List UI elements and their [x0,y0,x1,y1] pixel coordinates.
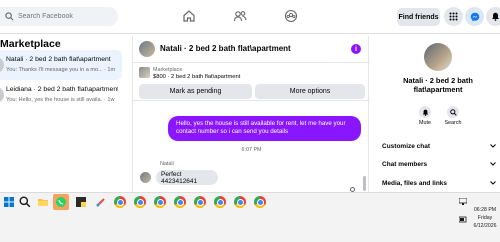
chat-title[interactable]: Natali · 2 bed 2 bath flat\apartment [160,44,291,53]
avatar [140,172,151,183]
top-navigation-bar: Find friends [0,0,500,34]
chrome-icon[interactable] [154,196,166,208]
messenger-icon [470,12,479,21]
chevron-down-icon [490,181,496,185]
friends-icon[interactable] [233,9,247,23]
conversation-name: Leidiana · 2 bed 2 bath flat\apartment [6,86,118,93]
conversation-info-panel: Natali · 2 bed 2 bath flat\apartment Mut… [373,36,500,192]
chrome-icon[interactable] [234,196,246,208]
grid-menu-icon [449,12,458,21]
chrome-icon[interactable] [194,196,206,208]
find-friends-button[interactable]: Find friends [397,8,440,26]
chrome-icon[interactable] [134,196,146,208]
search-label: Search [444,120,462,126]
taskbar-date[interactable]: 6/12/2026 [470,223,500,229]
paint-icon[interactable] [95,196,107,208]
avatar [0,87,4,103]
search-icon [449,108,457,116]
chrome-icon[interactable] [114,196,126,208]
battery-icon[interactable] [459,216,467,223]
whatsapp-button[interactable] [53,194,69,210]
avatar[interactable] [424,43,452,71]
taskbar-day[interactable]: Friday [470,215,500,221]
home-icon[interactable] [182,9,196,23]
media-files-links-row[interactable]: Media, files and links [382,176,496,190]
listing-price[interactable]: $800 · 2 bed 2 bath flat\apartment [153,74,240,80]
search-icon [5,12,14,21]
chat-header: Natali · 2 bed 2 bath flat\apartment i [133,36,370,62]
sidebar-title: Marketplace [0,38,61,50]
conversation-time: · 1m [104,67,116,73]
info-icon[interactable]: i [351,44,361,54]
incoming-message: Perfect 4423412641 [156,170,218,185]
marketplace-sidebar: Marketplace Natali · 2 bed 2 bath flat\a… [0,34,126,192]
chrome-icon[interactable] [214,196,226,208]
messenger-button[interactable] [465,7,484,26]
chevron-down-icon [490,162,496,166]
section-label: Customize chat [382,142,431,150]
search-conversation-button[interactable]: Search [442,106,464,126]
windows-taskbar: 06:28 PM Friday 6/12/2026 [0,192,500,242]
info-name: Natali · 2 bed 2 bath flat\apartment [403,76,473,94]
message-sender: Natali [160,161,174,167]
search-box[interactable] [0,7,118,26]
mute-button[interactable]: Mute [414,106,436,126]
more-options-button[interactable]: More options [255,84,365,99]
avatar[interactable] [139,41,155,57]
search-input[interactable] [18,13,113,20]
chat-members-row[interactable]: Chat members [382,157,496,171]
listing-card: Marketplace $800 · 2 bed 2 bath flat\apa… [133,62,370,101]
sticky-notes-icon[interactable] [75,196,87,208]
notifications-icon [492,12,499,21]
chrome-icon[interactable] [254,196,266,208]
groups-icon[interactable] [284,9,298,23]
search-icon[interactable] [19,196,31,208]
conversation-name: Natali · 2 bed 2 bath flat\apartment [6,56,111,63]
avatar [0,57,4,73]
conversation-time: · 1w [104,97,115,103]
message-timestamp: 6:07 PM [241,147,262,153]
conversation-item[interactable]: Leidiana · 2 bed 2 bath flat\apartment Y… [0,80,122,110]
listing-label: Marketplace [153,67,183,73]
notifications-button[interactable] [486,7,500,26]
scrollbar[interactable] [363,176,366,191]
bell-icon [422,109,428,116]
file-explorer-icon[interactable] [37,196,49,208]
taskbar-time[interactable]: 06:28 PM [470,207,500,213]
windows-start-icon[interactable] [3,196,15,208]
whatsapp-icon [56,197,66,207]
section-label: Chat members [382,160,428,168]
menu-button[interactable] [444,7,463,26]
chat-panel: Natali · 2 bed 2 bath flat\apartment i M… [132,36,370,192]
network-icon[interactable] [459,198,467,205]
chevron-down-icon [490,144,496,148]
customize-chat-row[interactable]: Customize chat [382,139,496,153]
outgoing-message: Hello, yes the house is still available … [168,116,361,141]
listing-thumbnail[interactable] [139,67,150,78]
conversation-item[interactable]: Natali · 2 bed 2 bath flat\apartment You… [0,50,122,80]
mute-label: Mute [419,120,431,126]
conversation-preview: You: Thanks I'll message you in a mo... [6,67,102,73]
conversation-preview: You: Hello, yes the house is still avail… [6,97,102,103]
section-label: Media, files and links [382,179,448,187]
chrome-icon[interactable] [174,196,186,208]
mark-as-pending-button[interactable]: Mark as pending [139,84,252,99]
